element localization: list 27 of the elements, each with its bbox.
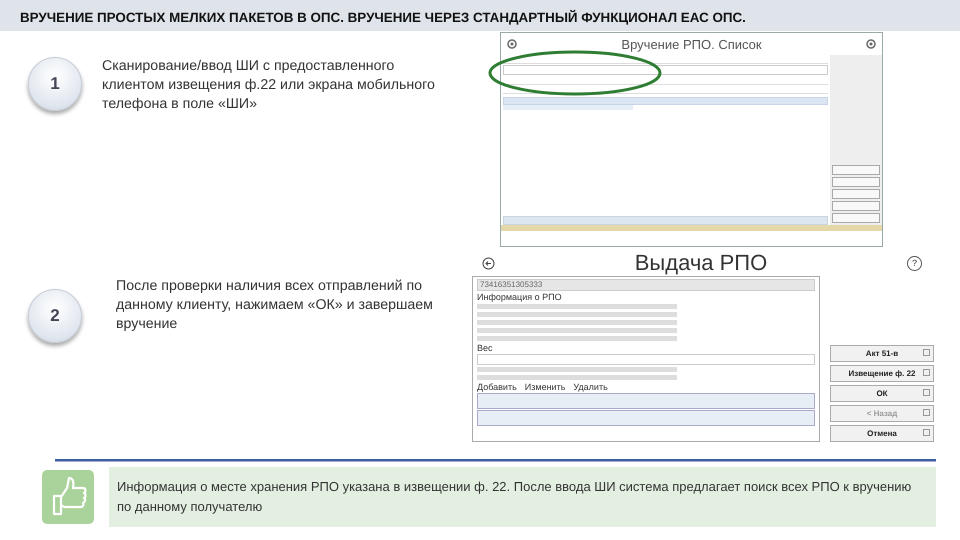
help-button[interactable]: ? [906, 256, 922, 270]
section-label: Информация о РПО [477, 292, 563, 302]
action-button[interactable] [832, 213, 880, 223]
action-button[interactable] [832, 189, 880, 199]
action-button[interactable]: Отмена [830, 425, 934, 442]
thumbs-up-icon [42, 470, 94, 524]
weight-field[interactable] [477, 354, 815, 365]
step-number-badge: 1 [28, 57, 82, 111]
slide-title: ВРУЧЕНИЕ ПРОСТЫХ МЕЛКИХ ПАКЕТОВ В ОПС. ВРУЧЕНИЕ ЧЕРЕЗ СТАНДАРТНЫЙ ФУНКЦИОНАЛ ЕАС ОПС. [20, 10, 746, 25]
action-button[interactable] [832, 165, 880, 175]
window-title: Выдача РПО [634, 250, 768, 276]
service-action-link[interactable]: Удалить [573, 382, 608, 392]
barcode-field[interactable] [503, 65, 828, 75]
action-button[interactable]: Акт 51-в [830, 345, 934, 362]
step-text: После проверки наличия всех отправлений по данному клиенту, нажимаем «ОК» и завершаем вручение [116, 277, 434, 334]
window-title: Вручение РПО. Список [621, 36, 762, 52]
action-button[interactable]: Извещение ф. 22 [830, 365, 934, 382]
action-button[interactable] [832, 201, 880, 211]
step-text: Сканирование/ввод ШИ с предоставленного клиентом извещения ф.22 или экрана мобильного телефона в поле «ШИ» [102, 57, 436, 114]
step-number-badge: 2 [28, 289, 82, 343]
note-text: Информация о месте хранения РПО указана в извещении ф. 22. После ввода ШИ система предлагает поиск всех РПО к вручению по данному получателю [109, 467, 936, 527]
section-label: Вес [477, 343, 494, 353]
service-action-link[interactable]: Изменить [524, 382, 566, 392]
action-button[interactable] [832, 177, 880, 187]
action-button[interactable]: ОК [830, 385, 934, 402]
service-action-link[interactable]: Добавить [477, 382, 517, 392]
barcode-field[interactable]: 73416351305333 [477, 279, 815, 291]
